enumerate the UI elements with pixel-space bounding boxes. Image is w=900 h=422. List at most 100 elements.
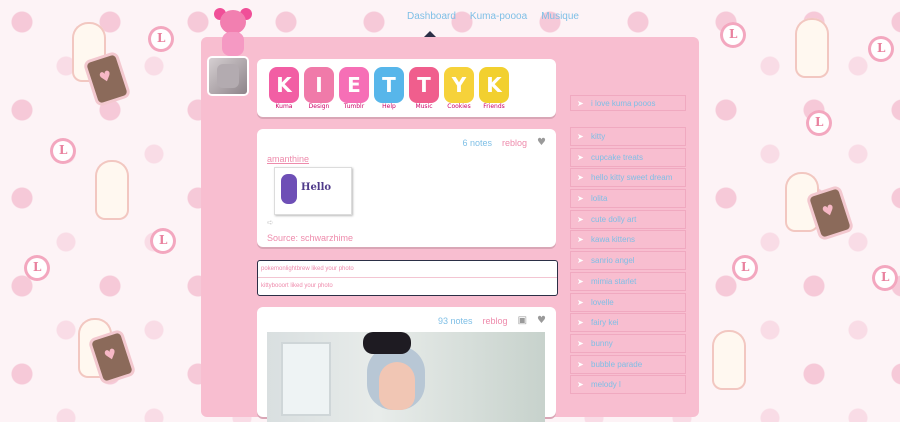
post-meta: 93 notes reblog ▣ ♥ — [438, 315, 546, 326]
sidebar-item[interactable]: ➤ fairy kei — [570, 313, 686, 333]
header-letter-7[interactable]: K Friends — [479, 67, 509, 110]
header-letter-2[interactable]: I Design — [304, 67, 334, 110]
sidebar-item[interactable]: ➤ bubble parade — [570, 354, 686, 374]
activity-item[interactable]: pokemonlightbrew liked your photo — [258, 261, 557, 278]
clock-decoration — [872, 265, 898, 291]
nav-kuma-link[interactable]: Kuma-poooa — [470, 11, 527, 22]
post-source-link[interactable]: Source: schwarzhime — [267, 233, 353, 243]
sidebar-item[interactable]: ➤ sanrio angel — [570, 251, 686, 271]
post-meta: 6 notes reblog ♥ — [462, 137, 546, 148]
reblog-arrow-icon: ➪ — [267, 218, 274, 227]
activity-notifications: pokemonlightbrew liked your photo kittyb… — [257, 260, 558, 296]
sidebar-item[interactable]: ➤ kawa kittens — [570, 230, 686, 250]
post-username-link[interactable]: amanthine — [267, 154, 309, 164]
post-image[interactable]: Hello — [274, 167, 352, 215]
sidebar-list: ➤ kitty ➤ cupcake treats ➤ hello kitty swee… — [570, 127, 686, 396]
sidebar-item[interactable]: ➤ cute dolly art — [570, 209, 686, 229]
sidebar-item-label: fairy kei — [591, 318, 619, 328]
bunny-decoration — [712, 330, 746, 390]
notes-count-link[interactable]: 93 notes — [438, 316, 473, 326]
like-heart-icon[interactable]: ♥ — [537, 315, 546, 326]
photo-bow — [363, 332, 411, 354]
arrow-bullet-icon: ➤ — [577, 214, 584, 224]
clock-decoration — [150, 228, 176, 254]
reblog-link[interactable]: reblog — [502, 138, 527, 148]
letter-char: I — [315, 73, 323, 97]
like-heart-icon[interactable]: ♥ — [537, 137, 546, 148]
sidebar-item[interactable]: ➤ melody l — [570, 375, 686, 395]
clock-decoration — [720, 22, 746, 48]
arrow-bullet-icon: ➤ — [577, 256, 584, 266]
photo-post-2: 93 notes reblog ▣ ♥ — [257, 307, 556, 422]
arrow-bullet-icon: ➤ — [577, 235, 584, 245]
sidebar-item-label: lolita — [591, 194, 608, 204]
letter-tag: Cookies — [447, 103, 471, 110]
activity-item[interactable]: kittybooort liked your photo — [258, 278, 557, 294]
card-decoration — [809, 188, 851, 238]
card-decoration — [86, 54, 128, 104]
arrow-bullet-icon: ➤ — [577, 194, 584, 204]
bunny-figure — [281, 174, 297, 204]
post-photo[interactable] — [267, 332, 545, 422]
header-letter-5[interactable]: T Music — [409, 67, 439, 110]
letter-tag: Help — [382, 103, 396, 110]
letter-tag: Design — [308, 103, 330, 110]
sidebar-item[interactable]: ➤ kitty — [570, 127, 686, 146]
image-caption-text: Hello — [301, 182, 332, 193]
arrow-bullet-icon: ➤ — [577, 318, 584, 328]
header-letter-1[interactable]: K Kuma — [269, 67, 299, 110]
top-navigation: Dashboard Kuma-poooa Musique — [407, 11, 579, 22]
letter-char: E — [347, 73, 361, 97]
sidebar-item-label: sanrio angel — [591, 256, 635, 266]
letter-char: T — [382, 73, 396, 97]
sidebar-title-label: i love kuma pooos — [591, 99, 656, 108]
clock-decoration — [50, 138, 76, 164]
letter-tag: Tumblr — [343, 103, 365, 110]
nav-musique-link[interactable]: Musique — [541, 11, 579, 22]
arrow-bullet-icon: ➤ — [577, 380, 584, 390]
photo-window — [281, 342, 331, 416]
bunny-decoration — [795, 18, 829, 78]
header-letters: K Kuma I Design E Tumblr T Help T Music … — [257, 59, 556, 110]
header-image-post: K Kuma I Design E Tumblr T Help T Music … — [257, 59, 556, 117]
clock-decoration — [24, 255, 50, 281]
arrow-bullet-icon: ➤ — [577, 132, 584, 141]
letter-char: K — [276, 73, 292, 97]
sidebar-item[interactable]: ➤ hello kitty sweet dream — [570, 168, 686, 188]
arrow-bullet-icon: ➤ — [577, 99, 584, 108]
reblog-link[interactable]: reblog — [483, 316, 508, 326]
sidebar-item[interactable]: ➤ lovelle — [570, 292, 686, 312]
sidebar-item[interactable]: ➤ bunny — [570, 333, 686, 353]
notes-count-link[interactable]: 6 notes — [462, 138, 492, 148]
clock-decoration — [732, 255, 758, 281]
header-letter-4[interactable]: T Help — [374, 67, 404, 110]
header-letter-3[interactable]: E Tumblr — [339, 67, 369, 110]
sidebar-item[interactable]: ➤ lolita — [570, 189, 686, 209]
arrow-bullet-icon: ➤ — [577, 276, 584, 286]
sidebar-item-label: cute dolly art — [591, 214, 637, 224]
bear-head — [220, 10, 246, 34]
avatar[interactable] — [209, 58, 247, 94]
letter-char: K — [486, 73, 502, 97]
letter-tag: Music — [415, 103, 433, 110]
sidebar-item-label: melody l — [591, 380, 621, 390]
header-letter-6[interactable]: Y Cookies — [444, 67, 474, 110]
sidebar-item-label: hello kitty sweet dream — [591, 173, 673, 183]
sidebar-item[interactable]: ➤ cupcake treats — [570, 147, 686, 167]
clock-decoration — [148, 26, 174, 52]
clock-decoration — [806, 110, 832, 136]
bear-logo — [208, 8, 258, 60]
camera-icon: ▣ — [517, 315, 528, 326]
sidebar-item[interactable]: ➤ mimia starlet — [570, 271, 686, 291]
nav-dashboard-link[interactable]: Dashboard — [407, 11, 456, 22]
letter-tag: Kuma — [275, 103, 293, 110]
arrow-bullet-icon: ➤ — [577, 359, 584, 369]
sidebar-item-label: kawa kittens — [591, 235, 636, 245]
photo-post: 6 notes reblog ♥ amanthine Hello ➪ Sourc… — [257, 129, 556, 247]
sidebar-title[interactable]: ➤ i love kuma pooos — [570, 95, 686, 111]
clock-decoration — [868, 36, 894, 62]
letter-tag: Friends — [483, 103, 505, 110]
letter-char: Y — [451, 73, 467, 97]
arrow-bullet-icon: ➤ — [577, 173, 584, 183]
sidebar-item-label: lovelle — [591, 297, 614, 307]
